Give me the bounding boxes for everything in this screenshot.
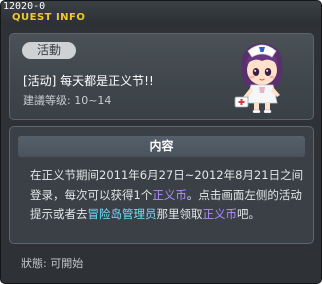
content-heading: 内容 <box>18 136 305 157</box>
description-text-3: 那里领取 <box>156 207 203 221</box>
currency-highlight: 正义币 <box>152 187 187 202</box>
quest-content-panel: 内容 在正义节期间2011年6月27日~2012年8月21日之间登录，每次可以获… <box>9 126 314 244</box>
recommended-level: 建議等级: 10~14 <box>23 94 112 107</box>
title-bar[interactable]: 12020-0 QUEST INFO <box>1 1 321 25</box>
npc-highlight: 冒险岛管理员 <box>87 207 157 221</box>
category-tag: 活動 <box>22 42 76 59</box>
description-text-4: 吧。 <box>237 207 260 221</box>
nurse-npc-portrait-icon <box>234 43 283 113</box>
quest-description: 在正义节期间2011年6月27日~2012年8月21日之间登录，每次可以获得1个… <box>30 166 306 225</box>
quest-name: [活动] 每天都是正义节!! <box>23 74 154 88</box>
quest-status: 狀態: 可開始 <box>21 257 84 270</box>
currency-highlight-2: 正义币 <box>202 207 238 221</box>
quest-id: 12020-0 <box>3 1 46 12</box>
quest-info-window: 12020-0 QUEST INFO 活動 [活动] 每天都是正义节!! 建議等… <box>0 0 322 284</box>
window-title: QUEST INFO <box>12 12 86 23</box>
